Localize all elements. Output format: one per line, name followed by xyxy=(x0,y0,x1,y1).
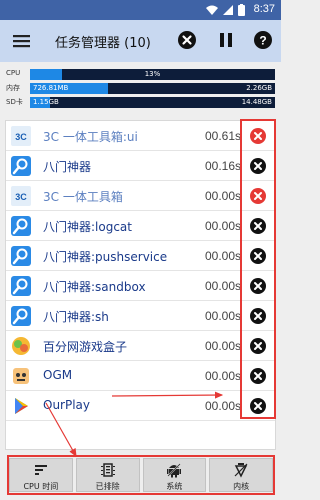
3c-toolbox-icon: 3C xyxy=(11,126,31,146)
bamen-icon xyxy=(11,216,31,236)
memory-usage-row: 内存 726.81MB 2.26GB xyxy=(6,82,275,95)
process-row[interactable]: 3C 3C 一体工具箱:ui 00.61s xyxy=(6,121,275,151)
bamen-icon xyxy=(11,156,31,176)
cpu-usage-row: CPU 13% xyxy=(6,68,275,81)
process-name: 百分网游戏盒子 xyxy=(43,340,128,354)
status-bar: 8:37 xyxy=(0,0,281,20)
cpu-usage-bar: 13% xyxy=(30,69,275,80)
process-cpu-time: 00.00s xyxy=(204,189,241,203)
process-row[interactable]: 八门神器:sh 00.00s xyxy=(6,301,275,331)
kill-process-button[interactable] xyxy=(249,367,267,385)
sd-usage-row: SD卡 1.15GB 14.48GB xyxy=(6,96,275,109)
menu-icon[interactable] xyxy=(11,30,33,52)
svg-text:3C: 3C xyxy=(15,192,27,202)
svg-text:?: ? xyxy=(259,34,266,48)
process-list[interactable]: 3C 3C 一体工具箱:ui 00.61s 八门神器 00.16s 3C 3C 一体工具箱 0… xyxy=(5,120,276,450)
kill-all-button[interactable] xyxy=(176,29,198,51)
kernel-icon xyxy=(234,463,248,478)
ogm-icon xyxy=(13,368,29,384)
kill-process-button[interactable] xyxy=(249,277,267,295)
kill-process-button[interactable] xyxy=(249,307,267,325)
process-cpu-time: 00.00s xyxy=(204,339,241,353)
excluded-button[interactable]: 已排除 xyxy=(75,458,140,492)
cpu-usage-percent: 13% xyxy=(144,70,161,78)
process-name: 八门神器:logcat xyxy=(43,220,132,234)
process-name: OGM xyxy=(43,368,73,382)
process-cpu-time: 00.00s xyxy=(204,249,241,263)
kill-process-button[interactable] xyxy=(249,397,267,415)
kill-process-button[interactable] xyxy=(249,127,267,145)
process-name: 八门神器:pushservice xyxy=(43,250,168,264)
process-cpu-time: 00.00s xyxy=(204,369,241,383)
process-name: 3C 一体工具箱 xyxy=(43,190,123,204)
system-label: 系统 xyxy=(166,482,183,491)
kill-process-button[interactable] xyxy=(249,217,267,235)
app-bar: 任务管理器 (10) ? xyxy=(0,20,281,62)
sd-total: 14.48GB xyxy=(241,98,272,106)
sort-icon xyxy=(34,465,47,475)
memory-used: 726.81MB xyxy=(33,84,69,92)
pause-button[interactable] xyxy=(215,29,237,51)
process-row[interactable]: 八门神器:pushservice 00.00s xyxy=(6,241,275,271)
kill-process-button[interactable] xyxy=(249,157,267,175)
process-name: 八门神器:sh xyxy=(43,310,109,324)
process-cpu-time: 00.00s xyxy=(204,309,241,323)
battery-icon xyxy=(238,4,245,16)
system-button[interactable]: 系统 xyxy=(142,458,207,492)
baifen-icon xyxy=(12,337,30,355)
process-name: 八门神器:sandbox xyxy=(43,280,146,294)
sd-used: 1.15GB xyxy=(33,98,59,106)
process-row[interactable]: 八门神器 00.16s xyxy=(6,151,275,181)
kill-process-button[interactable] xyxy=(249,247,267,265)
excluded-list-icon xyxy=(100,463,115,477)
wifi-icon xyxy=(206,5,218,15)
process-name: 八门神器 xyxy=(43,160,92,174)
bamen-icon xyxy=(11,246,31,266)
clock: 8:37 xyxy=(253,3,275,15)
sd-usage-bar: 1.15GB 14.48GB xyxy=(30,97,275,108)
process-row[interactable]: 八门神器:logcat 00.00s xyxy=(6,211,275,241)
kill-process-button[interactable] xyxy=(249,187,267,205)
usage-panel: CPU 13% 内存 726.81MB 2.26GB SD卡 1.15GB 14… xyxy=(6,68,275,110)
cpu-label: CPU xyxy=(6,69,21,77)
help-button[interactable]: ? xyxy=(252,29,274,51)
sd-label: SD卡 xyxy=(6,98,23,106)
process-cpu-time: 00.61s xyxy=(204,129,241,143)
process-cpu-time: 00.00s xyxy=(204,399,241,413)
cpu-time-button[interactable]: CPU 时间 xyxy=(9,458,73,492)
android-icon xyxy=(167,463,182,478)
process-cpu-time: 00.16s xyxy=(204,159,241,173)
bottom-toolbar: CPU 时间 已排除 系统 内核 xyxy=(9,458,273,494)
memory-total: 2.26GB xyxy=(246,84,272,92)
memory-usage-bar: 726.81MB 2.26GB xyxy=(30,83,275,94)
memory-label: 内存 xyxy=(6,84,20,92)
svg-text:3C: 3C xyxy=(15,132,27,142)
process-row[interactable]: 八门神器:sandbox 00.00s xyxy=(6,271,275,301)
process-cpu-time: 00.00s xyxy=(204,219,241,233)
process-row[interactable]: OGM 00.00s xyxy=(6,361,275,391)
ourplay-icon xyxy=(15,398,28,414)
kernel-label: 内核 xyxy=(233,482,250,491)
process-row[interactable]: OurPlay 00.00s xyxy=(6,391,275,421)
kernel-button[interactable]: 内核 xyxy=(209,458,273,492)
signal-icon xyxy=(223,5,233,15)
process-row[interactable]: 3C 3C 一体工具箱 00.00s xyxy=(6,181,275,211)
process-name: OurPlay xyxy=(43,398,91,412)
bamen-icon xyxy=(11,306,31,326)
process-name: 3C 一体工具箱:ui xyxy=(43,130,138,144)
process-cpu-time: 00.00s xyxy=(204,279,241,293)
cpu-time-label: CPU 时间 xyxy=(23,482,59,491)
excluded-label: 已排除 xyxy=(95,482,120,491)
page-title: 任务管理器 (10) xyxy=(55,36,151,51)
kill-process-button[interactable] xyxy=(249,337,267,355)
bamen-icon xyxy=(11,276,31,296)
process-row[interactable]: 百分网游戏盒子 00.00s xyxy=(6,331,275,361)
3c-toolbox-icon: 3C xyxy=(11,186,31,206)
